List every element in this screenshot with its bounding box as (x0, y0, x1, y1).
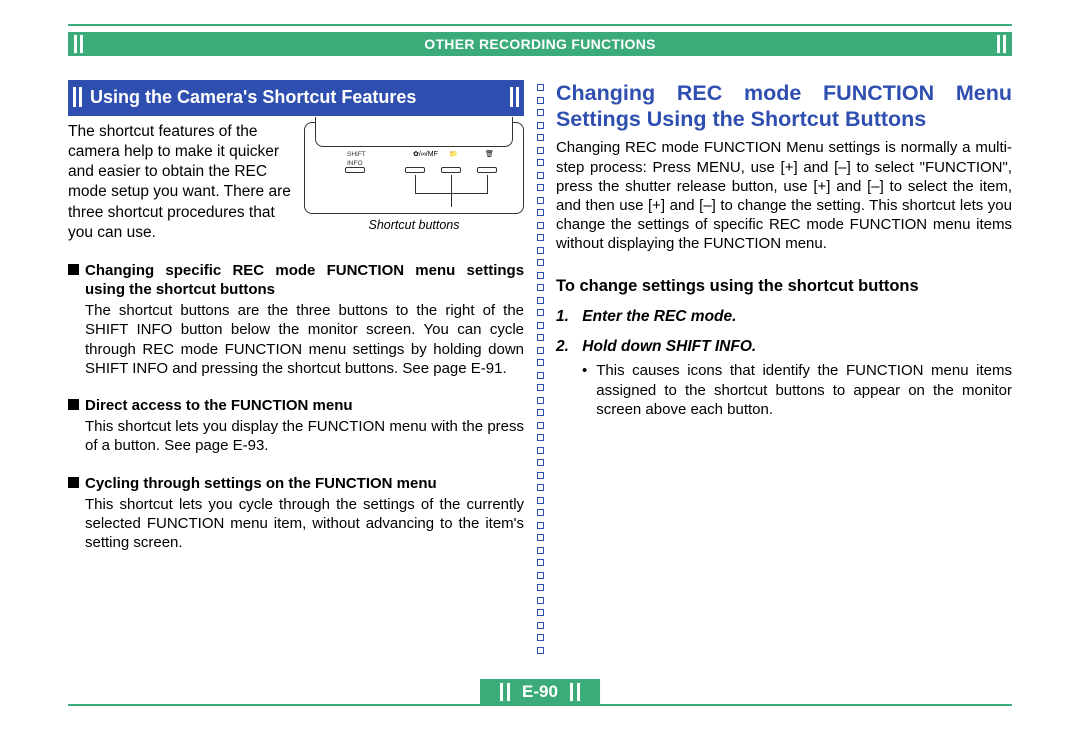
bullet-square-icon (68, 399, 79, 410)
diagram-wrap: SHIFT INFO ✿/∞/MF 📁 🗑 Shortcut buttons (304, 122, 524, 243)
content-columns: Using the Camera's Shortcut Features The… (68, 80, 1012, 678)
section-1: Changing specific REC mode FUNCTION menu… (68, 261, 524, 378)
diagram-caption: Shortcut buttons (304, 217, 524, 233)
shortcut-buttons-diagram: SHIFT INFO ✿/∞/MF 📁 🗑 (304, 122, 524, 214)
left-heading-text: Using the Camera's Shortcut Features (78, 86, 428, 109)
diagram-label-shift: SHIFT (347, 151, 366, 159)
folder-icon: 📁 (449, 151, 458, 160)
right-subheading: To change settings using the shortcut bu… (556, 276, 1012, 297)
left-column: Using the Camera's Shortcut Features The… (68, 80, 524, 678)
column-divider (536, 80, 544, 678)
step-2-text: Hold down SHIFT INFO. (582, 338, 756, 355)
right-paragraph: Changing REC mode FUNCTION Menu settings… (556, 138, 1012, 253)
section-3-heading: Cycling through settings on the FUNCTION… (85, 474, 524, 493)
trash-icon: 🗑 (485, 151, 494, 160)
right-heading: Changing REC mode FUNCTION Menu Settings… (556, 80, 1012, 132)
manual-page: OTHER RECORDING FUNCTIONS Using the Came… (68, 24, 1012, 706)
step-1-num: 1. (556, 307, 578, 327)
section-1-heading: Changing specific REC mode FUNCTION menu… (85, 261, 524, 299)
right-column: Changing REC mode FUNCTION Menu Settings… (556, 80, 1012, 678)
section-header-bar: OTHER RECORDING FUNCTIONS (68, 32, 1012, 56)
step-2-num: 2. (556, 337, 578, 357)
section-2: Direct access to the FUNCTION menu This … (68, 396, 524, 456)
section-1-body: The shortcut buttons are the three butto… (68, 301, 524, 378)
bullet-dot-icon: • (582, 361, 587, 419)
section-3: Cycling through settings on the FUNCTION… (68, 474, 524, 553)
section-header-title: OTHER RECORDING FUNCTIONS (424, 36, 656, 52)
step-1: 1. Enter the REC mode. (556, 307, 1012, 327)
bullet-square-icon (68, 264, 79, 275)
lead-paragraph: The shortcut features of the camera help… (68, 122, 296, 243)
step-2-bullet-text: This causes icons that identify the FUNC… (596, 361, 1012, 419)
focus-icon: ✿/∞/MF (413, 151, 438, 160)
section-2-body: This shortcut lets you display the FUNCT… (68, 417, 524, 455)
page-number-badge: E-90 (480, 679, 600, 705)
step-2-bullet: • This causes icons that identify the FU… (556, 361, 1012, 419)
step-2: 2. Hold down SHIFT INFO. (556, 337, 1012, 357)
lead-row: The shortcut features of the camera help… (68, 122, 524, 243)
step-1-text: Enter the REC mode. (582, 308, 736, 325)
section-2-heading: Direct access to the FUNCTION menu (85, 396, 524, 415)
left-heading-bar: Using the Camera's Shortcut Features (68, 80, 524, 116)
bullet-square-icon (68, 477, 79, 488)
page-number: E-90 (512, 682, 568, 702)
section-3-body: This shortcut lets you cycle through the… (68, 495, 524, 553)
